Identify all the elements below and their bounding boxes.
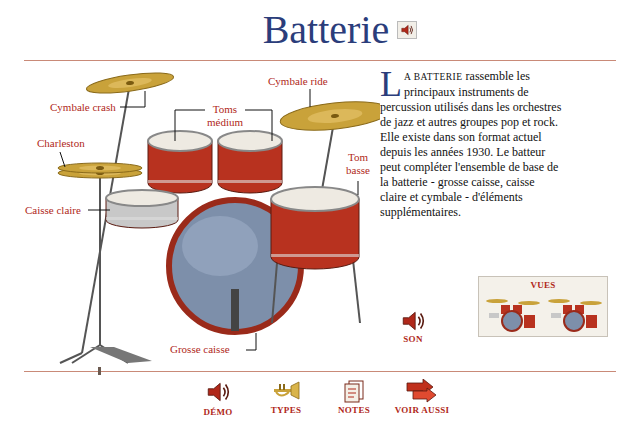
views-thumbnails [483,293,603,333]
ride-label: Cymbale ride [268,75,328,88]
tom-medium-1 [148,131,212,193]
demo-speaker-icon [205,379,231,405]
article-text: LA BATTERIE rassemble les principaux ins… [380,69,564,220]
drum-diagram: Cymbale crash Toms médium Cymbale ride Char… [20,61,380,366]
drop-cap: L [380,69,402,99]
toms-label: Toms médium [200,103,250,129]
charleston-label: Charleston [37,137,85,150]
types-button[interactable]: TYPES [258,379,314,418]
views-label: VUES [530,280,555,291]
header: Batterie [0,0,640,60]
nav-label: DÉMO [203,407,232,418]
nav-label: TYPES [271,405,302,416]
bottom-nav: DÉMO TYPES NOTES VOIR AUSSI [0,375,640,418]
grosse-caisse-label: Grosse caisse [170,343,230,356]
ride-cymbal [279,97,380,134]
floor-tom [271,187,359,269]
top-rule [24,60,616,61]
main-area: Cymbale crash Toms médium Cymbale ride Char… [0,61,640,367]
side-column: LA BATTERIE rassemble les principaux ins… [380,61,616,367]
crash-cymbal [85,69,174,97]
hihat-top [58,163,142,173]
leader-lines [60,89,358,350]
snare-drum [106,190,178,228]
see-also-arrows-icon [405,379,439,403]
bottom-rule [24,367,616,375]
encyclopedia-page: BatterieCymbale crashToms médiumCymbale … [0,0,640,440]
view-thumbnail [483,293,541,333]
see-also-button[interactable]: VOIR AUSSI [394,379,450,418]
sound-speaker-icon [400,308,426,334]
nav-label: VOIR AUSSI [395,405,450,416]
speaker-icon [400,23,414,37]
nav-label: NOTES [338,405,370,416]
notes-button[interactable]: NOTES [326,379,382,418]
sound-label: SON [403,334,422,345]
views-box[interactable]: VUES [478,276,608,337]
page-title: Batterie [263,8,390,52]
notes-icon [341,379,367,403]
trumpet-icon [271,379,301,403]
sound-button[interactable]: SON [400,308,426,345]
hihat-pedal [90,347,152,363]
crash-label: Cymbale crash [50,101,116,114]
lead-words: A BATTERIE [404,72,463,82]
tom-basse-label: Tom basse [340,151,376,177]
extras-row: SON VUES [380,276,616,367]
title-sound-button[interactable] [397,21,417,39]
demo-button[interactable]: DÉMO [190,379,246,418]
view-thumbnail [545,293,603,333]
caisse-claire-label: Caisse claire [25,204,81,217]
